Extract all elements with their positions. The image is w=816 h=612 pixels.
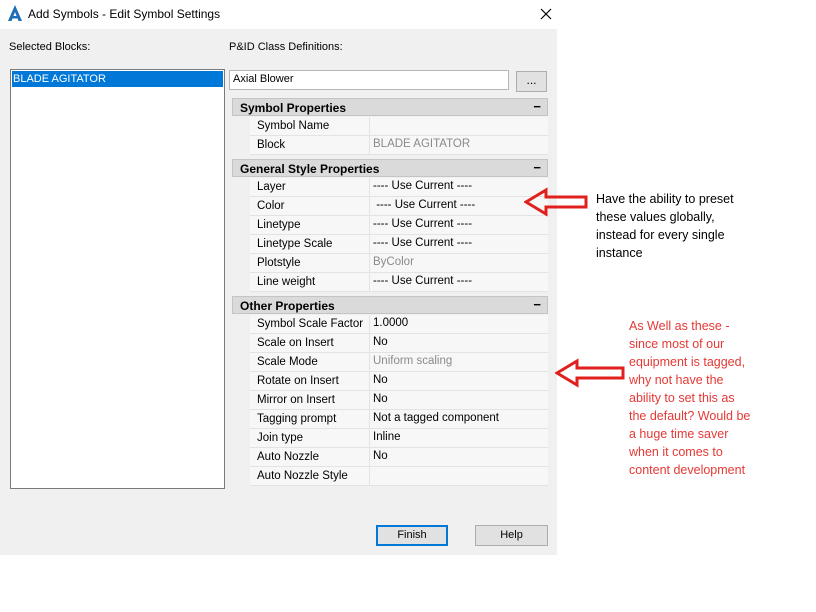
note-line: the default? Would be <box>629 409 751 423</box>
property-value[interactable]: ---- Use Current ---- <box>369 178 548 196</box>
note-line: Have the ability to preset <box>596 192 734 206</box>
note-line: these values globally, <box>596 210 715 224</box>
property-row-linetype[interactable]: Linetype ---- Use Current ---- <box>250 216 548 235</box>
collapse-icon[interactable]: − <box>533 160 541 175</box>
property-key: Line weight <box>257 276 316 288</box>
property-value[interactable]: ---- Use Current ---- <box>369 273 548 291</box>
property-value: ByColor <box>369 254 548 272</box>
annotation-arrow-icon <box>555 358 625 388</box>
finish-button[interactable]: Finish <box>376 525 448 546</box>
property-row-scale-mode[interactable]: Scale Mode Uniform scaling <box>250 353 548 372</box>
property-value[interactable] <box>369 467 548 485</box>
note-line: why not have the <box>629 373 724 387</box>
annotation-note-1: Have the ability to preset these values … <box>596 190 734 262</box>
annotation-note-2: As Well as these - since most of our equ… <box>629 317 750 479</box>
window-title: Add Symbols - Edit Symbol Settings <box>28 7 221 21</box>
property-key: Block <box>257 139 286 151</box>
property-key: Tagging prompt <box>257 413 337 425</box>
class-definition-field[interactable]: Axial Blower <box>229 70 509 90</box>
section-title: General Style Properties <box>240 162 380 176</box>
property-value: Uniform scaling <box>369 353 548 371</box>
property-key: Linetype Scale <box>257 238 333 250</box>
title-bar: Add Symbols - Edit Symbol Settings <box>0 0 557 29</box>
note-line: when it comes to <box>629 445 723 459</box>
property-row-symbol-scale-factor[interactable]: Symbol Scale Factor 1.0000 <box>250 315 548 334</box>
property-key: Scale Mode <box>257 356 318 368</box>
section-other-properties[interactable]: Other Properties − <box>232 296 548 314</box>
property-key: Mirror on Insert <box>257 394 335 406</box>
section-symbol-properties[interactable]: Symbol Properties − <box>232 98 548 116</box>
section-title: Other Properties <box>240 299 335 313</box>
property-row-auto-nozzle-style[interactable]: Auto Nozzle Style <box>250 467 548 486</box>
property-value[interactable]: No <box>369 372 548 390</box>
property-key: Linetype <box>257 219 301 231</box>
property-value[interactable]: ---- Use Current ---- <box>369 235 548 253</box>
property-value[interactable] <box>369 117 548 135</box>
property-grid: Symbol Properties − Symbol Name Block BL… <box>232 98 548 487</box>
property-value[interactable]: 1.0000 <box>369 315 548 333</box>
property-row-layer[interactable]: Layer ---- Use Current ---- <box>250 178 548 197</box>
collapse-icon[interactable]: − <box>533 99 541 114</box>
property-row-line-weight[interactable]: Line weight ---- Use Current ---- <box>250 273 548 292</box>
property-key: Join type <box>257 432 304 444</box>
property-row-tagging-prompt[interactable]: Tagging prompt Not a tagged component <box>250 410 548 429</box>
property-row-auto-nozzle[interactable]: Auto Nozzle No <box>250 448 548 467</box>
selected-blocks-label: Selected Blocks: <box>9 41 91 53</box>
note-line: content development <box>629 463 746 477</box>
property-row-rotate-on-insert[interactable]: Rotate on Insert No <box>250 372 548 391</box>
property-row-linetype-scale[interactable]: Linetype Scale ---- Use Current ---- <box>250 235 548 254</box>
property-key: Symbol Scale Factor <box>257 318 364 330</box>
property-value[interactable]: No <box>369 334 548 352</box>
note-line: As Well as these - <box>629 319 730 333</box>
collapse-icon[interactable]: − <box>533 297 541 312</box>
property-key: Auto Nozzle Style <box>257 470 348 482</box>
section-general-style-properties[interactable]: General Style Properties − <box>232 159 548 177</box>
property-value: BLADE AGITATOR <box>369 136 548 154</box>
property-row-color[interactable]: Color ---- Use Current ---- <box>250 197 548 216</box>
selected-blocks-list[interactable]: BLADE AGITATOR <box>10 69 225 489</box>
list-item[interactable]: BLADE AGITATOR <box>12 71 223 87</box>
property-value[interactable]: Not a tagged component <box>369 410 548 428</box>
note-line: instead for every single <box>596 228 725 242</box>
property-key: Layer <box>257 181 286 193</box>
class-definitions-label: P&ID Class Definitions: <box>229 41 343 53</box>
note-line: equipment is tagged, <box>629 355 746 369</box>
browse-class-button[interactable]: ... <box>516 71 547 92</box>
note-line: since most of our <box>629 337 725 351</box>
section-title: Symbol Properties <box>240 101 347 115</box>
property-row-mirror-on-insert[interactable]: Mirror on Insert No <box>250 391 548 410</box>
property-key: Auto Nozzle <box>257 451 320 463</box>
annotation-arrow-icon <box>524 187 588 217</box>
autocad-a-icon <box>8 5 22 21</box>
note-line: instance <box>596 246 643 260</box>
property-value[interactable]: Inline <box>369 429 548 447</box>
property-value[interactable]: ---- Use Current ---- <box>369 197 548 215</box>
property-key: Scale on Insert <box>257 337 334 349</box>
property-key: Symbol Name <box>257 120 330 132</box>
property-row-plotstyle[interactable]: Plotstyle ByColor <box>250 254 548 273</box>
edit-symbol-settings-dialog: Add Symbols - Edit Symbol Settings Selec… <box>0 0 557 555</box>
help-button[interactable]: Help <box>475 525 548 546</box>
property-value[interactable]: No <box>369 448 548 466</box>
property-value[interactable]: No <box>369 391 548 409</box>
property-key: Color <box>257 200 285 212</box>
property-row-symbol-name[interactable]: Symbol Name <box>250 117 548 136</box>
property-row-scale-on-insert[interactable]: Scale on Insert No <box>250 334 548 353</box>
note-line: a huge time saver <box>629 427 729 441</box>
property-value[interactable]: ---- Use Current ---- <box>369 216 548 234</box>
property-row-join-type[interactable]: Join type Inline <box>250 429 548 448</box>
close-icon[interactable] <box>536 4 556 24</box>
property-key: Plotstyle <box>257 257 301 269</box>
note-line: ability to set this as <box>629 391 735 405</box>
property-row-block[interactable]: Block BLADE AGITATOR <box>250 136 548 155</box>
property-key: Rotate on Insert <box>257 375 339 387</box>
